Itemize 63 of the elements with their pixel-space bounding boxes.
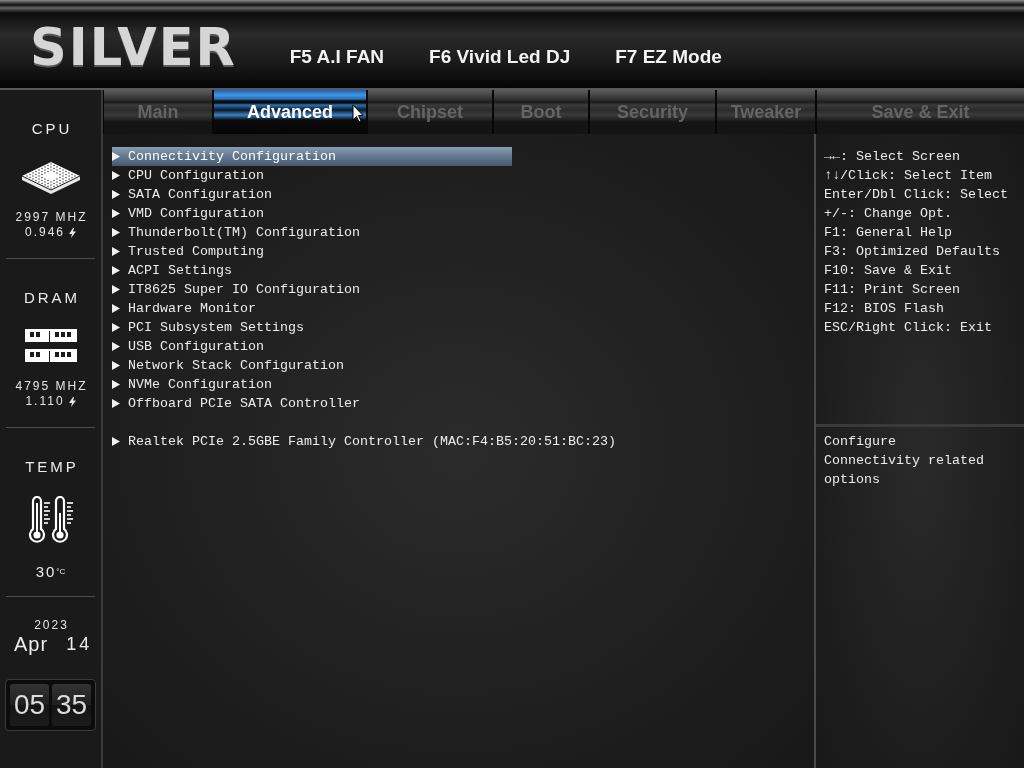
key-hint: F12: BIOS Flash	[824, 300, 944, 318]
menu-item[interactable]: NVMe Configuration	[112, 375, 512, 394]
bolt-icon	[69, 227, 76, 238]
key-hint: →←: Select Screen	[824, 148, 960, 166]
key-hint: F1: General Help	[824, 224, 952, 242]
caret-right-icon	[112, 209, 120, 218]
memory-module-icon	[24, 328, 77, 362]
bolt-icon	[68, 396, 76, 407]
menu-item[interactable]: Connectivity Configuration	[112, 147, 512, 166]
hotkey-button[interactable]: F7 EZ Mode	[615, 47, 722, 66]
menu-item[interactable]: VMD Configuration	[112, 204, 512, 223]
caret-right-icon	[112, 342, 120, 351]
caret-right-icon	[112, 437, 120, 446]
clock-minutes: 35	[52, 684, 91, 726]
logo-text: SILVER	[30, 22, 237, 73]
menu-item[interactable]: USB Configuration	[112, 337, 512, 356]
key-hint: ESC/Right Click: Exit	[824, 319, 992, 337]
key-hint: +/-: Change Opt.	[824, 205, 952, 223]
hotkey-button[interactable]: F5 A.I FAN	[289, 47, 385, 66]
menu-item[interactable]: Offboard PCIe SATA Controller	[112, 394, 512, 413]
key-hint: Enter/Dbl Click: Select	[824, 186, 1008, 204]
voltage-reading: 0.946	[25, 225, 65, 240]
clock-hours: 05	[10, 684, 49, 726]
voltage-reading: 1.110	[25, 394, 65, 409]
caret-right-icon	[112, 361, 120, 370]
menu-item[interactable]: ACPI Settings	[112, 261, 512, 280]
menu-item[interactable]: IT8625 Super IO Configuration	[112, 280, 512, 299]
frequency-reading: 4795 MHZ	[14, 379, 88, 394]
key-hint: F10: Save & Exit	[824, 262, 952, 280]
menu-item[interactable]: Hardware Monitor	[112, 299, 512, 318]
monitor-label: DRAM	[22, 290, 81, 305]
caret-right-icon	[112, 228, 120, 237]
caret-right-icon	[112, 266, 120, 275]
caret-right-icon	[112, 171, 120, 180]
menu-item[interactable]: CPU Configuration	[112, 166, 512, 185]
date-year: 2023	[33, 619, 69, 631]
key-hint: F3: Optimized Defaults	[824, 243, 1000, 261]
caret-right-icon	[112, 152, 120, 161]
caret-right-icon	[112, 399, 120, 408]
date-day: 14	[66, 635, 93, 653]
frequency-reading: 2997 MHZ	[14, 210, 88, 225]
caret-right-icon	[112, 304, 120, 313]
menu-item[interactable]: Realtek PCIe 2.5GBE Family Controller (MAC:F4:B5:20:51:BC:23)	[112, 432, 620, 451]
hotkey-button[interactable]: F6 Vivid Led DJ	[429, 47, 571, 66]
item-description: Configure Connectivity related options	[824, 433, 985, 489]
caret-right-icon	[112, 190, 120, 199]
menu-item[interactable]: Thunderbolt(TM) Configuration	[112, 223, 512, 242]
caret-right-icon	[112, 380, 120, 389]
mouse-pointer-icon	[352, 104, 364, 123]
key-hint: ↑↓/Click: Select Item	[824, 167, 992, 185]
menu-item[interactable]: Network Stack Configuration	[112, 356, 512, 375]
menu-item[interactable]: PCI Subsystem Settings	[112, 318, 512, 337]
caret-right-icon	[112, 247, 120, 256]
key-hint: F11: Print Screen	[824, 281, 960, 299]
cpu-chip-icon	[20, 161, 81, 195]
monitor-label: CPU	[30, 121, 73, 136]
date-month: Apr	[14, 634, 49, 654]
caret-right-icon	[112, 323, 120, 332]
thermometer-icon	[27, 496, 74, 544]
caret-right-icon	[112, 285, 120, 294]
monitor-label: TEMP	[24, 459, 79, 474]
menu-item[interactable]: Trusted Computing	[112, 242, 512, 261]
menu-item[interactable]: SATA Configuration	[112, 185, 512, 204]
